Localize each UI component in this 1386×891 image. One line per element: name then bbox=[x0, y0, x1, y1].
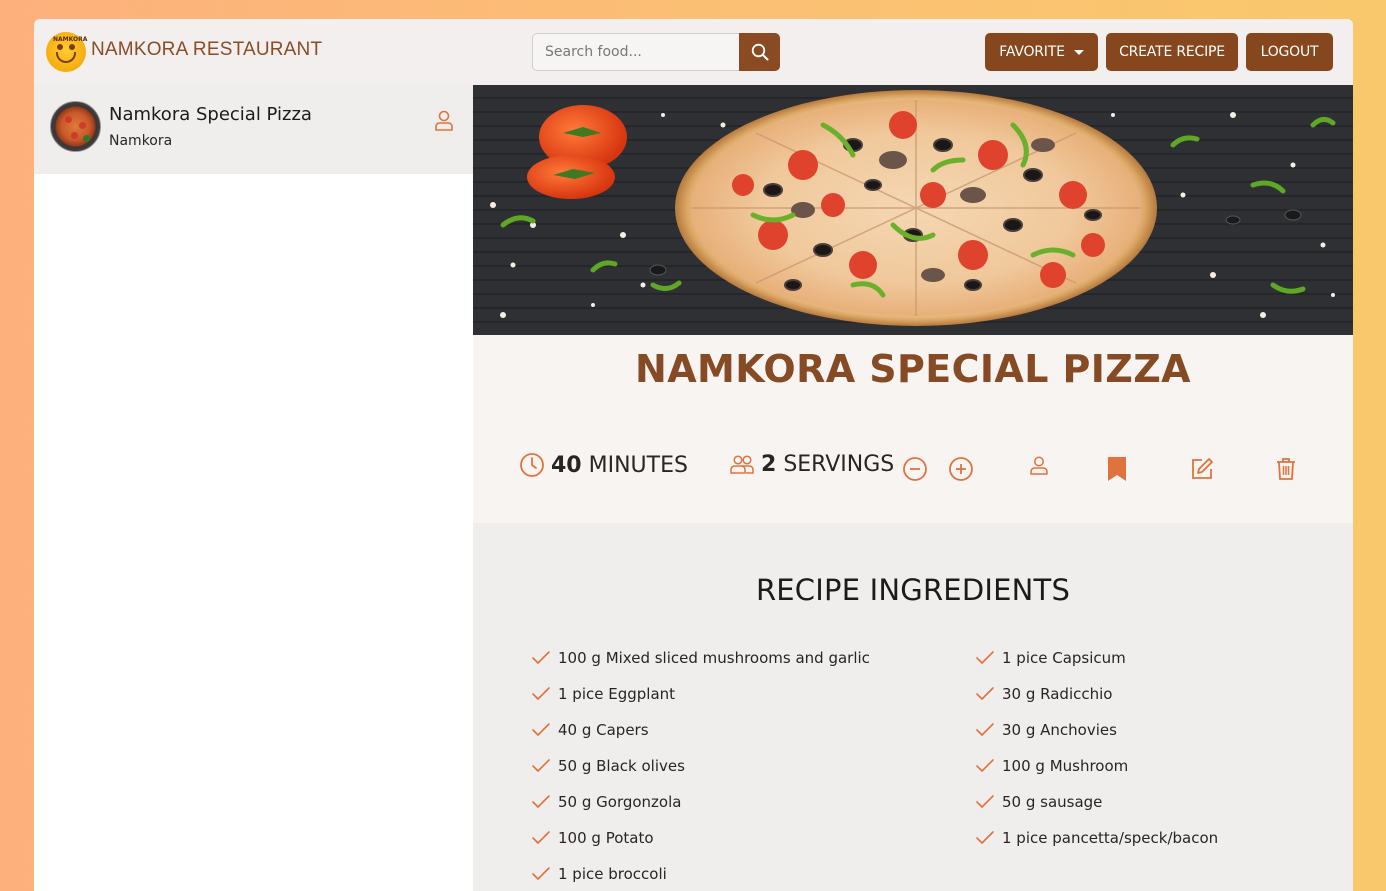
search-button[interactable] bbox=[739, 33, 780, 71]
search-icon bbox=[751, 43, 768, 61]
plus-circle-icon bbox=[949, 457, 973, 481]
minutes-value: 40 bbox=[551, 452, 582, 478]
check-icon bbox=[976, 795, 994, 808]
ingredient-item: 100 g Mushroom bbox=[975, 757, 1128, 775]
ingredient-item: 30 g Radicchio bbox=[975, 685, 1112, 703]
minus-circle-icon bbox=[903, 457, 927, 481]
ingredient-text: 50 g sausage bbox=[1002, 793, 1103, 811]
minutes-label: MINUTES bbox=[588, 452, 688, 478]
ingredient-item: 1 pice pancetta/speck/bacon bbox=[975, 829, 1218, 847]
check-icon bbox=[976, 687, 994, 700]
top-nav: NAMKORA NAMKORA RESTAURANT FAVORITE CREA… bbox=[34, 19, 1353, 85]
recipe-image bbox=[473, 85, 1353, 335]
decrease-servings-button[interactable] bbox=[902, 456, 928, 482]
increase-servings-button[interactable] bbox=[948, 456, 974, 482]
ingredients-section: RECIPE INGREDIENTS 100 g Mixed sliced mu… bbox=[473, 523, 1353, 891]
check-icon bbox=[976, 831, 994, 844]
ingredient-text: 1 pice pancetta/speck/bacon bbox=[1002, 829, 1219, 847]
ingredient-text: 100 g Potato bbox=[558, 829, 654, 847]
edit-recipe-button[interactable] bbox=[1189, 456, 1215, 482]
list-item-publisher: Namkora bbox=[109, 133, 173, 149]
list-item[interactable]: Namkora Special Pizza Namkora bbox=[34, 85, 473, 174]
ingredient-text: 30 g Radicchio bbox=[1002, 685, 1113, 703]
recipe-detail: NAMKORA SPECIAL PIZZA 40 MINUTES 2 SERVI… bbox=[473, 85, 1353, 891]
search-form bbox=[532, 33, 780, 71]
check-icon bbox=[976, 723, 994, 736]
ingredients-heading: RECIPE INGREDIENTS bbox=[755, 573, 1071, 607]
list-item-title: Namkora Special Pizza bbox=[109, 104, 312, 125]
users-icon bbox=[730, 454, 754, 474]
user-icon bbox=[1030, 456, 1048, 475]
delete-recipe-button[interactable] bbox=[1275, 456, 1297, 482]
favorite-label: FAVORITE bbox=[999, 44, 1065, 60]
check-icon bbox=[532, 831, 550, 844]
check-icon bbox=[532, 867, 550, 880]
check-icon bbox=[532, 759, 550, 772]
servings-label: SERVINGS bbox=[783, 452, 895, 477]
check-icon bbox=[532, 687, 550, 700]
check-icon bbox=[532, 795, 550, 808]
ingredient-item: 40 g Capers bbox=[531, 721, 649, 739]
ingredient-item: 1 pice broccoli bbox=[531, 865, 667, 883]
app-window: NAMKORA NAMKORA RESTAURANT FAVORITE CREA… bbox=[34, 19, 1353, 891]
ingredient-item: 100 g Mixed sliced mushrooms and garlic bbox=[531, 649, 870, 667]
ingredient-text: 1 pice Eggplant bbox=[558, 685, 676, 703]
logout-button[interactable]: LOGOUT bbox=[1246, 33, 1333, 71]
check-icon bbox=[976, 759, 994, 772]
logo-icon[interactable]: NAMKORA bbox=[46, 32, 87, 72]
servings: 2 SERVINGS bbox=[729, 452, 894, 477]
favorite-dropdown-button[interactable]: FAVORITE bbox=[985, 33, 1098, 71]
ingredient-item: 30 g Anchovies bbox=[975, 721, 1117, 739]
recipe-title: NAMKORA SPECIAL PIZZA bbox=[635, 347, 1191, 391]
ingredient-item: 1 pice Eggplant bbox=[531, 685, 675, 703]
cooking-time: 40 MINUTES bbox=[519, 452, 688, 478]
search-input[interactable] bbox=[532, 33, 739, 71]
brand-name[interactable]: NAMKORA RESTAURANT bbox=[91, 39, 322, 61]
bookmark-button[interactable] bbox=[1106, 456, 1128, 482]
bookmark-icon bbox=[1108, 457, 1126, 481]
user-icon bbox=[435, 110, 453, 131]
ingredient-item: 1 pice Capsicum bbox=[975, 649, 1126, 667]
ingredient-text: 50 g Black olives bbox=[558, 757, 685, 775]
ingredient-text: 50 g Gorgonzola bbox=[558, 793, 682, 811]
ingredient-item: 100 g Potato bbox=[531, 829, 654, 847]
ingredient-item: 50 g Black olives bbox=[531, 757, 685, 775]
ingredient-item: 50 g sausage bbox=[975, 793, 1102, 811]
ingredient-text: 1 pice broccoli bbox=[558, 865, 667, 883]
clock-icon bbox=[520, 453, 544, 477]
check-icon bbox=[532, 723, 550, 736]
recipe-thumbnail bbox=[50, 101, 101, 152]
check-icon bbox=[532, 651, 550, 664]
ingredient-text: 30 g Anchovies bbox=[1002, 721, 1117, 739]
trash-icon bbox=[1277, 458, 1295, 480]
create-recipe-button[interactable]: CREATE RECIPE bbox=[1106, 33, 1238, 71]
ingredient-text: 40 g Capers bbox=[558, 721, 649, 739]
ingredient-item: 50 g Gorgonzola bbox=[531, 793, 681, 811]
recipe-details: NAMKORA SPECIAL PIZZA 40 MINUTES 2 SERVI… bbox=[473, 335, 1353, 523]
caret-down-icon bbox=[1073, 49, 1084, 55]
check-icon bbox=[976, 651, 994, 664]
recipe-list-sidebar: Namkora Special Pizza Namkora bbox=[34, 85, 473, 891]
servings-value: 2 bbox=[761, 452, 777, 477]
user-generated-indicator bbox=[1028, 455, 1050, 477]
edit-icon bbox=[1192, 458, 1213, 479]
ingredient-text: 100 g Mushroom bbox=[1002, 757, 1129, 775]
ingredient-text: 1 pice Capsicum bbox=[1002, 649, 1126, 667]
ingredient-text: 100 g Mixed sliced mushrooms and garlic bbox=[558, 649, 870, 667]
